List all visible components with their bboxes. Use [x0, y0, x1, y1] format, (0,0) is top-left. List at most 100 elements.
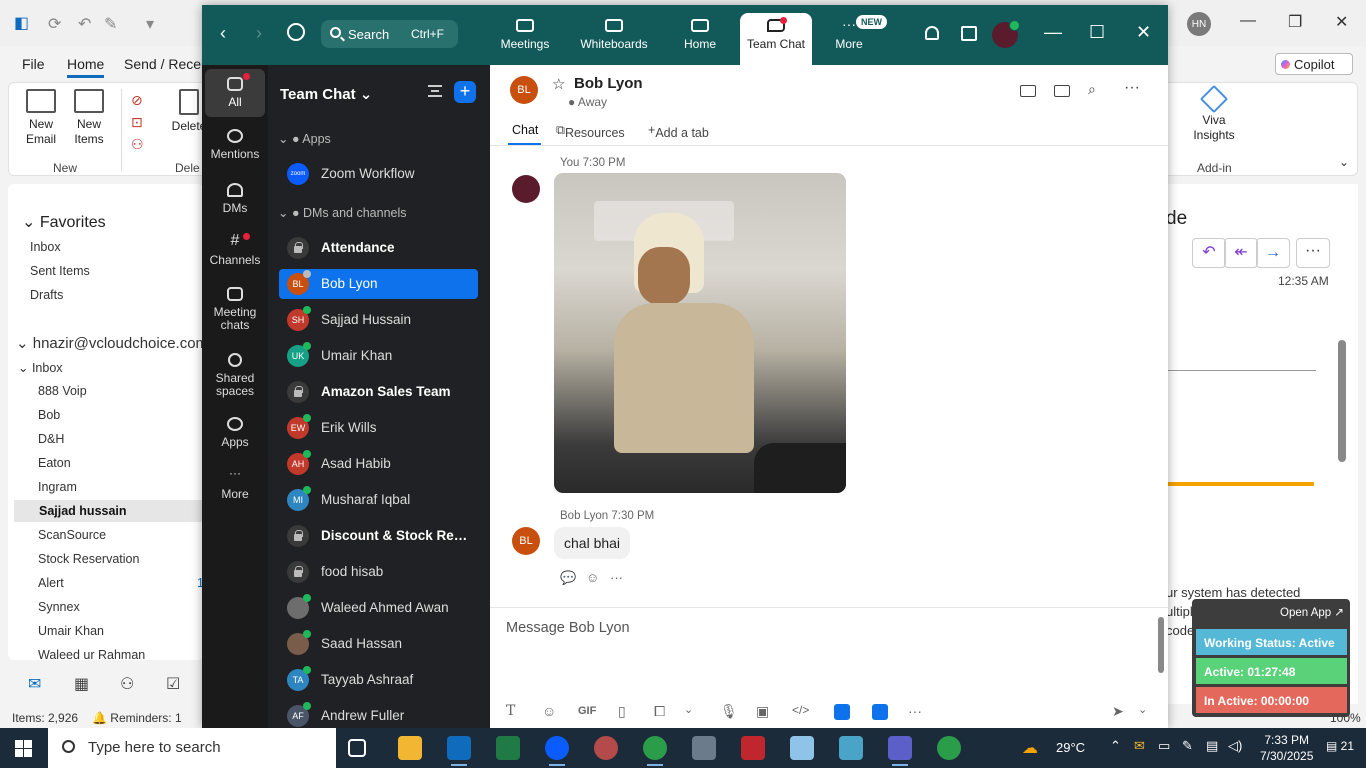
team-chat-dropdown[interactable]: Team Chat ⌄ [280, 85, 372, 103]
folder-item[interactable]: Bob [38, 408, 60, 422]
tab-home[interactable]: Home [663, 13, 737, 63]
file-explorer-icon[interactable] [398, 736, 422, 760]
list-item[interactable]: TA Tayyab Ashraaf [279, 665, 478, 695]
message-bubble[interactable]: chal bhai [554, 527, 631, 559]
reading-scrollbar[interactable] [1338, 340, 1346, 462]
tab-home[interactable]: Home [67, 56, 105, 78]
more-tools-icon[interactable]: ··· [908, 703, 922, 719]
rail-more[interactable]: ··· More [205, 467, 265, 501]
favorites-header[interactable]: ⌄ Favorites [22, 212, 106, 232]
rail-apps[interactable]: Apps [205, 417, 265, 449]
ignore-icons[interactable]: ⊘ ⊡ ⚇ [131, 89, 144, 155]
account-header[interactable]: ⌄ hnazir@vcloudchoice.com [16, 334, 208, 352]
calculator-taskbar-icon[interactable] [692, 736, 716, 760]
section-dms-channels[interactable]: ⌄ ● DMs and channels [278, 205, 407, 220]
zoom-taskbar-icon[interactable] [545, 736, 569, 766]
screen-share-icon[interactable] [1054, 85, 1070, 97]
open-app-link[interactable]: Open App ↗ [1280, 605, 1344, 619]
minimize-icon[interactable]: — [1044, 22, 1062, 43]
video-message-icon[interactable]: ▣ [756, 703, 769, 720]
app-taskbar-icon[interactable] [594, 736, 618, 760]
mail-icon[interactable]: ✉ [28, 674, 41, 694]
user-avatar[interactable]: HN [1187, 12, 1211, 36]
tab-team-chat[interactable]: Team Chat [740, 13, 812, 65]
whiteboard-app-icon[interactable] [872, 704, 888, 720]
task-view-icon[interactable] [348, 739, 366, 757]
forward-icon[interactable]: → [1256, 238, 1290, 268]
list-item[interactable]: EW Erik Wills [279, 413, 478, 443]
more-options-icon[interactable]: ··· [1124, 79, 1140, 97]
list-item[interactable]: Waleed Ahmed Awan [279, 593, 478, 623]
add-tab-button[interactable]: + Add a tab [648, 123, 709, 140]
list-item[interactable]: Amazon Sales Team [279, 377, 478, 407]
new-email-button[interactable]: New Email [19, 89, 63, 147]
list-item[interactable]: Saad Hassan [279, 629, 478, 659]
show-hidden-icon[interactable]: ⌃ [1110, 738, 1121, 754]
edit-icon[interactable]: ✎ [104, 14, 117, 34]
outlook-taskbar-icon[interactable] [447, 736, 471, 766]
more-actions-icon[interactable]: ··· [1296, 238, 1330, 268]
sender-avatar[interactable]: BL [512, 527, 540, 555]
message-input[interactable]: Message Bob Lyon [506, 620, 630, 636]
tab-meetings[interactable]: Meetings [488, 13, 562, 63]
rail-all[interactable]: All [205, 69, 265, 117]
list-item-zoom-workflow[interactable]: zoom Zoom Workflow [279, 159, 478, 189]
filezilla-taskbar-icon[interactable] [741, 736, 765, 760]
maximize-icon[interactable]: ☐ [1089, 22, 1105, 43]
new-chat-button[interactable]: + [454, 81, 476, 103]
pen-icon[interactable]: ✎ [1182, 738, 1193, 754]
send-options-icon[interactable]: ⌄ [1138, 703, 1147, 716]
folder-item[interactable]: Stock Reservation [38, 552, 139, 566]
tab-whiteboards[interactable]: Whiteboards [576, 13, 652, 63]
folder-item[interactable]: Alert [38, 576, 64, 590]
chrome-taskbar-icon[interactable] [643, 736, 667, 766]
bell-icon[interactable] [925, 26, 939, 40]
close-icon[interactable]: ✕ [1136, 22, 1151, 43]
viva-insights-button[interactable]: Viva Insights [1189, 84, 1239, 143]
maximize-icon[interactable]: ❐ [1288, 12, 1302, 32]
folder-inbox[interactable]: ⌄ Inbox [18, 360, 63, 375]
search-box[interactable]: Search Ctrl+F [321, 20, 458, 48]
back-icon[interactable]: ‹ [220, 23, 226, 44]
excel-taskbar-icon[interactable] [496, 736, 520, 760]
history-icon[interactable] [287, 23, 305, 41]
contact-avatar[interactable]: BL [510, 76, 538, 104]
tab-more[interactable]: ··· NEW More [812, 13, 887, 63]
microphone-icon[interactable]: 🎙 [720, 703, 738, 720]
reply-all-icon[interactable]: ↞ [1224, 238, 1258, 268]
folder-item[interactable]: Synnex [38, 600, 80, 614]
profile-avatar[interactable] [992, 20, 1020, 48]
customize-icon[interactable]: ▾ [146, 14, 154, 34]
people-icon[interactable]: ⚇ [120, 674, 134, 694]
chevron-down-icon[interactable]: ⌄ [684, 703, 693, 716]
file-icon[interactable]: ▯ [618, 703, 626, 720]
list-item[interactable]: MI Musharaf Iqbal [279, 485, 478, 515]
rail-meeting-chats[interactable]: Meeting chats [205, 287, 265, 332]
network-icon[interactable]: ▤ [1206, 738, 1218, 754]
weather-icon[interactable]: ☁ [1022, 738, 1038, 758]
folder-item[interactable]: 888 Voip [38, 384, 87, 398]
list-item[interactable]: Discount & Stock Res... [279, 521, 478, 551]
volume-icon[interactable]: ◁) [1228, 738, 1242, 754]
folder-item[interactable]: Ingram [38, 480, 77, 494]
rail-mentions[interactable]: Mentions [205, 129, 265, 161]
contact-name[interactable]: Bob Lyon [574, 75, 643, 92]
my-avatar[interactable] [512, 175, 540, 203]
start-button[interactable] [15, 740, 32, 757]
taskbar-search[interactable]: Type here to search [48, 728, 336, 768]
tasks-icon[interactable]: ☑ [166, 674, 180, 694]
search-icon[interactable]: ⌕ [1088, 81, 1096, 98]
section-apps[interactable]: ⌄ ● Apps [278, 131, 331, 146]
tab-chat[interactable]: Chat [512, 123, 538, 137]
emoji-reaction-icon[interactable]: ☺ [586, 570, 599, 585]
calendar-icon[interactable] [961, 26, 977, 41]
notifications-icon[interactable]: ▤ 21 [1326, 739, 1354, 753]
app-icon[interactable] [834, 704, 850, 720]
tab-file[interactable]: File [22, 56, 45, 72]
close-icon[interactable]: ✕ [1335, 12, 1348, 32]
list-item[interactable]: Attendance [279, 233, 478, 263]
list-item[interactable]: AF Andrew Fuller [279, 701, 478, 728]
forward-icon[interactable]: › [256, 23, 262, 44]
folder-item[interactable]: Eaton [38, 456, 71, 470]
more-icon[interactable]: ··· [610, 570, 623, 585]
